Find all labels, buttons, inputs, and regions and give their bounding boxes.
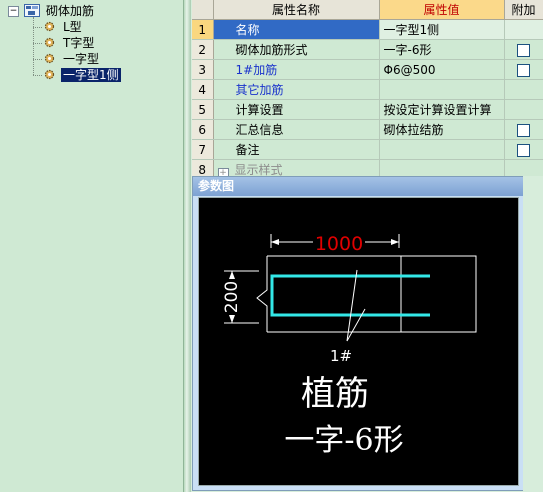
row-number: 1 (192, 19, 214, 40)
header-name[interactable]: 属性名称 (213, 0, 380, 20)
property-value[interactable]: 一字-6形 (379, 39, 505, 60)
property-grid: 属性名称 属性值 附加 1 名称 一字型1侧 2 砌体加筋形式 一字-6形 3 … (192, 0, 543, 180)
tree-connector (33, 27, 42, 28)
property-name[interactable]: 名称 (213, 19, 380, 40)
diagram-svg: 1000 200 1# 植筋 一字-6形 (222, 233, 477, 458)
dimension-length-label: 1000 (315, 233, 363, 255)
row-number: 2 (192, 39, 214, 60)
property-name[interactable]: 备注 (213, 139, 380, 160)
tree-item-label: 一字型1侧 (61, 68, 121, 82)
row-number: 4 (192, 79, 214, 100)
tree-item-label: L型 (63, 20, 82, 34)
panel-splitter[interactable] (183, 0, 191, 492)
tree-item-t-type[interactable]: T字型 (44, 35, 96, 51)
row-number: 5 (192, 99, 214, 120)
tree-connector (33, 75, 42, 76)
property-name[interactable]: 砌体加筋形式 (213, 39, 380, 60)
property-value[interactable] (379, 79, 505, 100)
row-number: 6 (192, 119, 214, 140)
property-value[interactable]: 一字型1侧 (379, 19, 505, 40)
table-row[interactable]: 1 名称 一字型1侧 (192, 19, 543, 40)
table-row[interactable]: 3 1#加筋 Φ6@500 (192, 59, 543, 80)
dimension-width-label: 200 (222, 281, 242, 313)
reference-diagram-panel: 参数图 1000 200 1# 植筋 一字-6形 (192, 176, 525, 491)
dim-arrow-right (391, 239, 399, 245)
reference-diagram: 1000 200 1# 植筋 一字-6形 (198, 197, 519, 486)
property-value[interactable] (379, 139, 505, 160)
collapse-icon[interactable]: − (8, 6, 19, 17)
table-row[interactable]: 5 计算设置 按设定计算设置计算 (192, 99, 543, 120)
table-row[interactable]: 7 备注 (192, 139, 543, 160)
extra-checkbox[interactable] (517, 123, 530, 137)
dim-arrow-top (229, 271, 235, 279)
property-name[interactable]: 计算设置 (213, 99, 380, 120)
table-row[interactable]: 4 其它加筋 (192, 79, 543, 100)
extra-cell (504, 39, 543, 60)
extra-checkbox[interactable] (517, 143, 530, 157)
gear-icon (44, 53, 55, 64)
row-number: 7 (192, 139, 214, 160)
wall-component-icon (24, 3, 40, 22)
caption-line-1: 植筋 (301, 374, 369, 414)
dim-arrow-left (271, 239, 279, 245)
extra-cell (504, 99, 543, 120)
gear-icon (44, 69, 55, 80)
tree-item-straight[interactable]: 一字型 (44, 51, 101, 67)
extra-checkbox[interactable] (517, 43, 530, 57)
column-outline (400, 255, 477, 333)
tree-item-straight-one-side[interactable]: 一字型1侧 (44, 67, 121, 83)
tree-connector (33, 59, 42, 60)
tree-connector (33, 17, 34, 75)
table-row[interactable]: 2 砌体加筋形式 一字-6形 (192, 39, 543, 60)
row-number: 3 (192, 59, 214, 80)
grid-header-row: 属性名称 属性值 附加 (192, 0, 543, 20)
bar-label: 1# (330, 347, 352, 365)
header-value[interactable]: 属性值 (379, 0, 505, 20)
break-mark (256, 256, 268, 332)
table-row[interactable]: 6 汇总信息 砌体拉结筋 (192, 119, 543, 140)
tree-connector (33, 43, 42, 44)
property-name[interactable]: 汇总信息 (213, 119, 380, 140)
tree-item-label: 一字型 (63, 52, 100, 66)
property-name[interactable]: 1#加筋 (213, 59, 380, 80)
gear-icon (44, 37, 55, 48)
extra-cell (504, 19, 543, 40)
property-value[interactable]: Φ6@500 (379, 59, 505, 80)
leader-line-1 (346, 269, 358, 342)
component-tree: − 砌体加筋 L型 T字型 一字型 一字型1侧 (0, 0, 183, 492)
panel-title: 参数图 (193, 177, 524, 196)
dim-arrow-bottom (229, 315, 235, 323)
extra-checkbox[interactable] (517, 63, 530, 77)
extra-cell (504, 59, 543, 80)
caption-line-2: 一字-6形 (284, 423, 403, 458)
tree-item-l-type[interactable]: L型 (44, 19, 84, 35)
right-margin (523, 176, 543, 492)
property-name[interactable]: 其它加筋 (213, 79, 380, 100)
header-extra[interactable]: 附加 (504, 0, 543, 20)
property-value[interactable]: 砌体拉结筋 (379, 119, 505, 140)
property-name-label: 显示样式 (234, 162, 283, 177)
property-value[interactable]: 按设定计算设置计算 (379, 99, 505, 120)
extra-cell (504, 79, 543, 100)
tree-root-label: 砌体加筋 (46, 4, 95, 18)
gear-icon (44, 21, 55, 32)
corner-cell (192, 0, 214, 20)
extra-cell (504, 139, 543, 160)
tree-item-label: T字型 (63, 36, 95, 50)
extra-cell (504, 119, 543, 140)
